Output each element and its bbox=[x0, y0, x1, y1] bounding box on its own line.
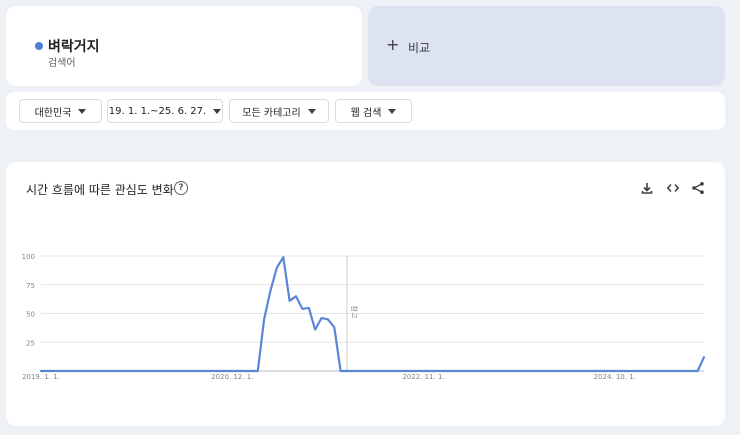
search-term-label: 벼락거지 bbox=[48, 39, 100, 55]
y-tick-label: 50 bbox=[26, 311, 35, 319]
category-filter[interactable]: 모든 카테고리 bbox=[229, 99, 329, 123]
chevron-down-icon bbox=[78, 108, 87, 114]
date-range-label: 19. 1. 1.~25. 6. 27. bbox=[108, 105, 207, 117]
search-term-card[interactable]: 벼락거지 검색어 bbox=[6, 6, 362, 86]
category-filter-label: 모든 카테고리 bbox=[242, 107, 301, 119]
chevron-down-icon bbox=[213, 108, 222, 114]
x-tick-label: 2024. 10. 1. bbox=[594, 373, 636, 381]
y-tick-label: 25 bbox=[26, 339, 35, 347]
search-type-label: 웹 검색 bbox=[350, 107, 382, 119]
chevron-down-icon bbox=[307, 108, 316, 114]
series-color-dot bbox=[35, 42, 43, 50]
chevron-down-icon bbox=[388, 108, 397, 114]
plus-icon: + bbox=[386, 35, 400, 54]
compare-label: 비교 bbox=[408, 41, 431, 55]
region-filter-label: 대한민국 bbox=[34, 107, 72, 119]
region-filter[interactable]: 대한민국 bbox=[19, 99, 102, 123]
interest-over-time-card: 시간 흐름에 따른 관심도 변화 ? 100 75 50 25 참고 2019. 1. 1… bbox=[6, 162, 725, 426]
search-type-filter[interactable]: 웹 검색 bbox=[335, 99, 412, 123]
interest-line-chart: 100 75 50 25 참고 2019. 1. 1. 2020. 12. 1. 2022. … bbox=[22, 253, 706, 381]
search-term-type: 검색어 bbox=[48, 58, 76, 69]
filter-bar: 대한민국 19. 1. 1.~25. 6. 27. 모든 카테고리 웹 검색 bbox=[6, 92, 725, 130]
compare-button[interactable]: + 비교 bbox=[368, 6, 725, 86]
x-tick-label: 2019. 1. 1. bbox=[22, 373, 60, 381]
y-tick-label: 75 bbox=[26, 282, 35, 290]
y-tick-label: 100 bbox=[22, 253, 35, 261]
x-tick-label: 2020. 12. 1. bbox=[211, 373, 253, 381]
note-marker-label: 참고 bbox=[350, 306, 358, 319]
date-range-filter[interactable]: 19. 1. 1.~25. 6. 27. bbox=[107, 99, 223, 123]
x-tick-label: 2022. 11. 1. bbox=[402, 373, 444, 381]
series-line bbox=[39, 256, 706, 373]
